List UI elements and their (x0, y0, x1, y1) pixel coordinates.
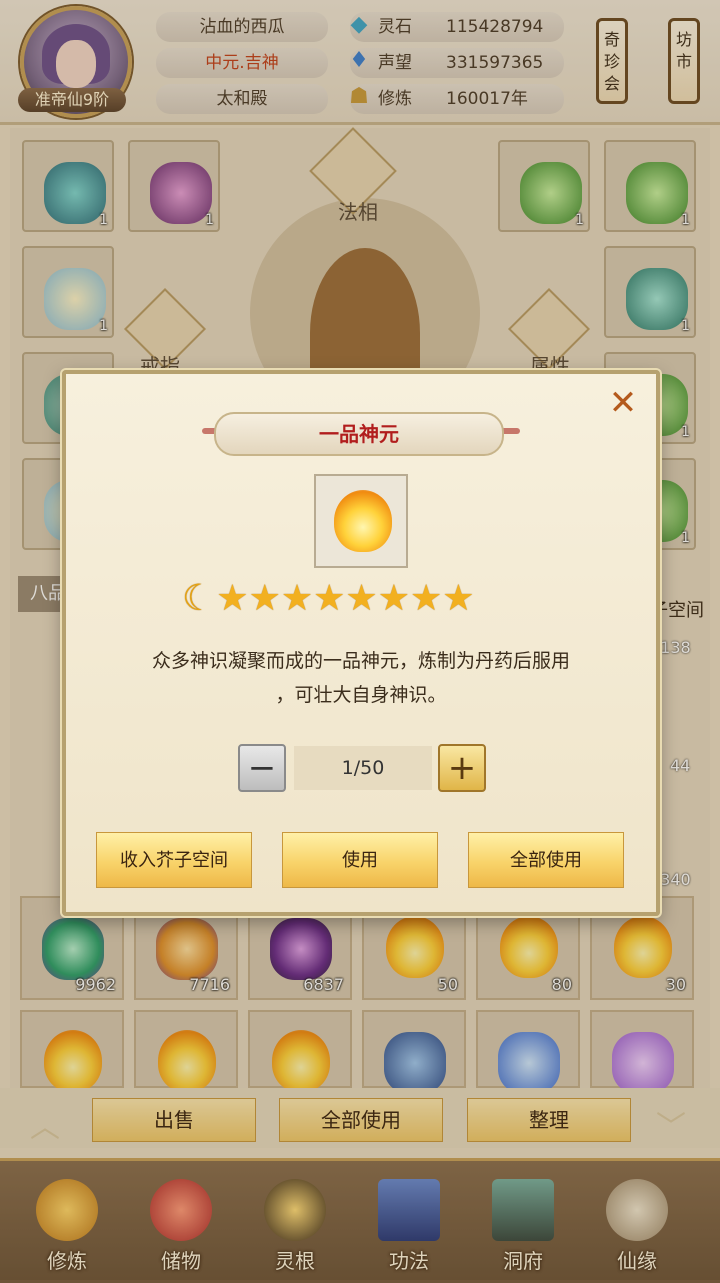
star-icon: ★ (248, 578, 281, 619)
item-description: 众多神识凝聚而成的一品神元，炼制为丹药后服用 ，可壮大自身神识。 (96, 644, 626, 712)
star-icon: ★ (442, 578, 475, 619)
quantity-field[interactable]: 1/50 (294, 746, 432, 790)
star-icon: ★ (280, 578, 314, 619)
moon-icon: ☾ (182, 578, 215, 619)
star-icon: ★ (377, 578, 410, 619)
close-icon[interactable]: ✕ (606, 386, 640, 420)
use-all-button[interactable]: 全部使用 (468, 832, 624, 888)
star-icon: ★ (345, 578, 378, 619)
star-icon: ★ (313, 578, 346, 619)
quantity-decrease-button[interactable]: − (238, 744, 286, 792)
star-icon: ★ (409, 578, 443, 619)
store-to-space-button[interactable]: 收入芥子空间 (96, 832, 252, 888)
star-icon: ★ (216, 578, 249, 619)
use-button[interactable]: 使用 (282, 832, 438, 888)
description-line: 众多神识凝聚而成的一品神元，炼制为丹药后服用 (151, 650, 570, 672)
item-star-rating: ☾★★★★★★★★ (182, 579, 542, 619)
item-name: 一品神元 (214, 412, 504, 456)
description-line: ，可壮大自身神识。 (275, 684, 447, 706)
item-detail-dialog: ✕ 一品神元 ☾★★★★★★★★ 众多神识凝聚而成的一品神元，炼制为丹药后服用 … (62, 370, 660, 916)
flame-essence-icon (334, 490, 392, 552)
quantity-increase-button[interactable]: + (438, 744, 486, 792)
item-icon-frame (314, 474, 408, 568)
